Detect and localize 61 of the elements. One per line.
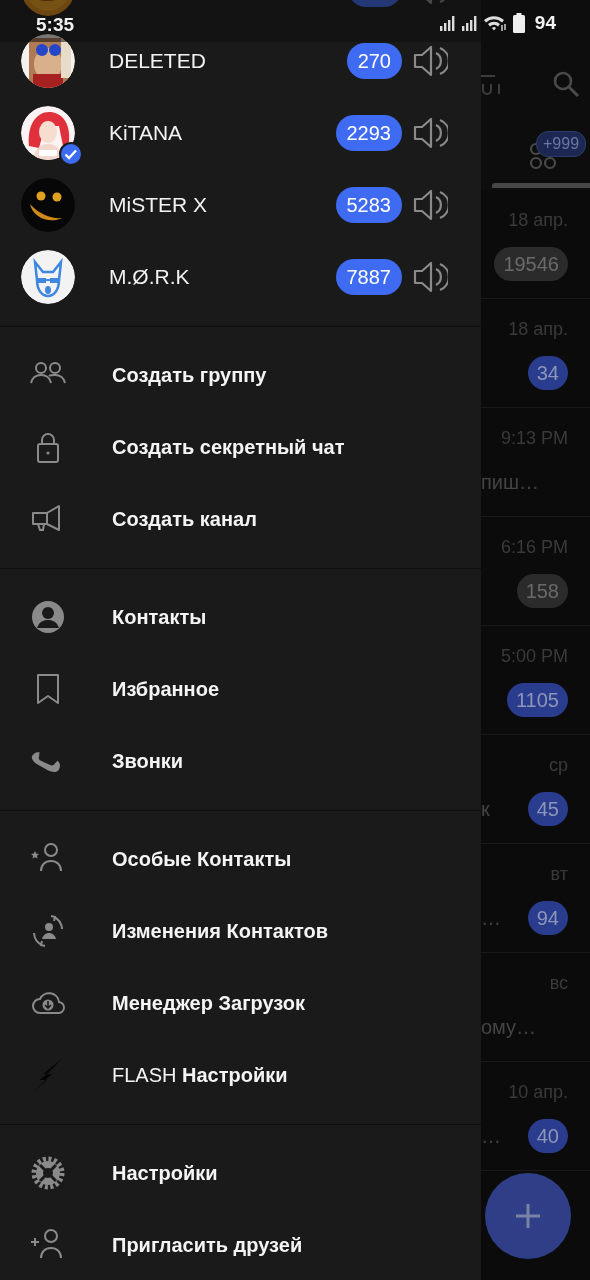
menu-item[interactable]: Избранное [0,653,481,725]
unread-badge: 45 [527,792,568,826]
message-preview: пиш… [481,470,540,494]
account-name: KiTANA [109,121,183,145]
counter-badge: 7887 [335,259,402,295]
counter-badge: +999 [536,131,587,157]
battery-level: 94 [534,12,556,34]
unread-badge: 1105 [507,683,568,717]
menu-label: Пригласить друзей [112,1233,303,1257]
menu-item[interactable]: Контакты [0,581,481,653]
account-name: DELETED [109,49,206,73]
menu-label: Создать канал [112,507,257,531]
speaker-icon[interactable] [412,43,448,79]
account-name: MiSTER X [109,193,207,217]
speaker-icon[interactable] [412,187,448,223]
message-preview: ому… [481,1015,537,1039]
menu-item[interactable]: Звонки [0,725,481,797]
unread-badge: 94 [527,901,568,935]
menu-label: Менеджер Загрузок [112,991,305,1015]
menu-item[interactable]: FLASH Настройки [0,1039,481,1111]
menu-label: Настройки [112,1161,218,1185]
speaker-icon[interactable] [412,115,448,151]
counter-badge: 5283 [335,187,402,223]
menu-item[interactable]: Изменения Контактов [0,895,481,967]
menu-item[interactable]: Пригласить друзей [0,1209,481,1280]
message-preview: … [481,906,501,930]
account-item[interactable]: MiSTER X 5283 [0,169,481,241]
unread-badge: 158 [516,574,568,608]
unread-badge: 40 [527,1119,568,1153]
plus-icon [515,1203,541,1229]
signal-icon [460,14,477,32]
menu-item[interactable]: Создать канал [0,483,481,555]
person-sync-icon [30,913,66,949]
settings-icon [30,1155,66,1191]
message-preview: к [481,797,490,821]
menu-label: Особые Контакты [112,847,292,871]
message-preview: … [481,1124,501,1148]
unread-badge: 19546 [494,247,568,281]
menu-item[interactable]: Особые Контакты [0,823,481,895]
counter-badge: 270 [346,43,402,79]
account-item[interactable]: KiTANA 2293 [0,97,481,169]
speaker-icon[interactable] [412,259,448,295]
menu-item[interactable]: Создать секретный чат [0,411,481,483]
menu-item[interactable]: Настройки [0,1137,481,1209]
menu-label: Избранное [112,677,219,701]
wifi-icon [482,14,507,32]
clock: 5:35 [36,14,75,36]
menu-label: Создать секретный чат [112,435,345,459]
signal-icon [438,14,455,32]
menu-item[interactable]: Менеджер Загрузок [0,967,481,1039]
menu-label: Звонки [112,749,184,773]
menu-label: FLASH Настройки [112,1063,288,1087]
account-item[interactable]: M.Ø.R.K 7887 [0,241,481,313]
menu-item[interactable]: Создать группу [0,339,481,411]
menu-label: Создать группу [112,363,267,387]
menu-label: Изменения Контактов [112,919,328,943]
contact-icon [30,599,66,635]
counter-badge: 2293 [335,115,402,151]
menu-label: Контакты [112,605,207,629]
unread-badge: 34 [527,356,568,390]
account-name: M.Ø.R.K [109,265,190,289]
